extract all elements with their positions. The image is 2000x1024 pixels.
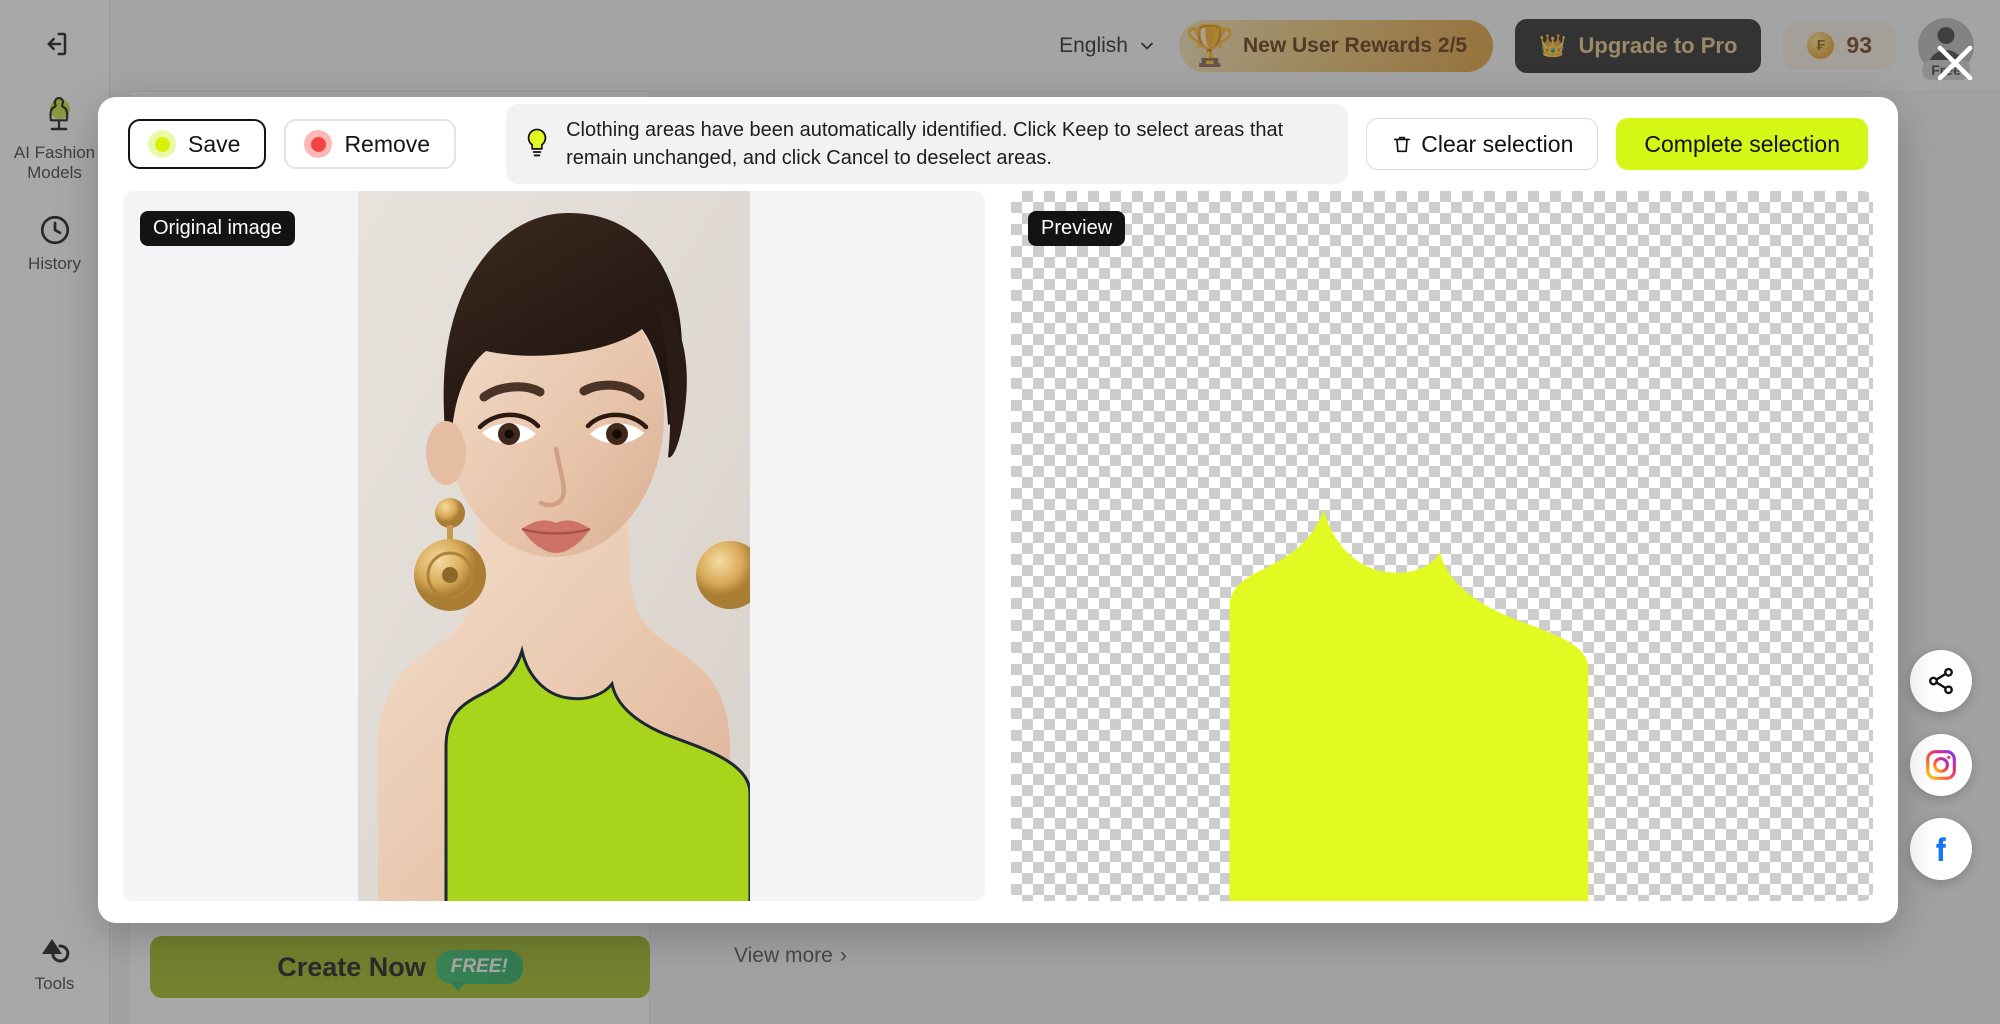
close-icon[interactable]	[1932, 40, 1978, 86]
hint-banner: Clothing areas have been automatically i…	[506, 103, 1349, 185]
modal-toolbar: Save Remove Clothing areas have been aut…	[98, 97, 1898, 191]
save-mode-button[interactable]: Save	[128, 119, 267, 169]
modal-actions: Clear selection Complete selection	[1366, 118, 1868, 170]
trash-icon	[1391, 133, 1413, 155]
clear-selection-label: Clear selection	[1421, 130, 1574, 157]
save-dot-icon	[148, 130, 176, 158]
complete-selection-button[interactable]: Complete selection	[1616, 118, 1868, 170]
hint-text: Clothing areas have been automatically i…	[566, 118, 1284, 169]
preview-pane[interactable]: Preview	[1011, 191, 1873, 901]
clear-selection-button[interactable]: Clear selection	[1366, 118, 1599, 170]
remove-mode-button[interactable]: Remove	[284, 119, 457, 169]
original-image-badge: Original image	[140, 211, 295, 246]
facebook-icon[interactable]	[1910, 818, 1972, 880]
save-mode-label: Save	[188, 130, 241, 157]
remove-mode-label: Remove	[344, 130, 431, 157]
selection-mode-group: Save Remove	[128, 119, 457, 169]
social-share-rail	[1910, 650, 1972, 880]
original-photo	[358, 191, 750, 901]
lightbulb-icon	[522, 127, 552, 161]
clothing-selection-modal: Save Remove Clothing areas have been aut…	[98, 97, 1898, 923]
comparison-panes: Original image Preview	[123, 191, 1873, 901]
complete-selection-label: Complete selection	[1644, 130, 1840, 157]
remove-dot-icon	[304, 130, 333, 158]
instagram-icon[interactable]	[1910, 734, 1972, 796]
selection-mask	[1011, 191, 1873, 901]
original-image-pane[interactable]: Original image	[123, 191, 985, 901]
share-icon[interactable]	[1910, 650, 1972, 712]
preview-badge: Preview	[1028, 211, 1126, 246]
